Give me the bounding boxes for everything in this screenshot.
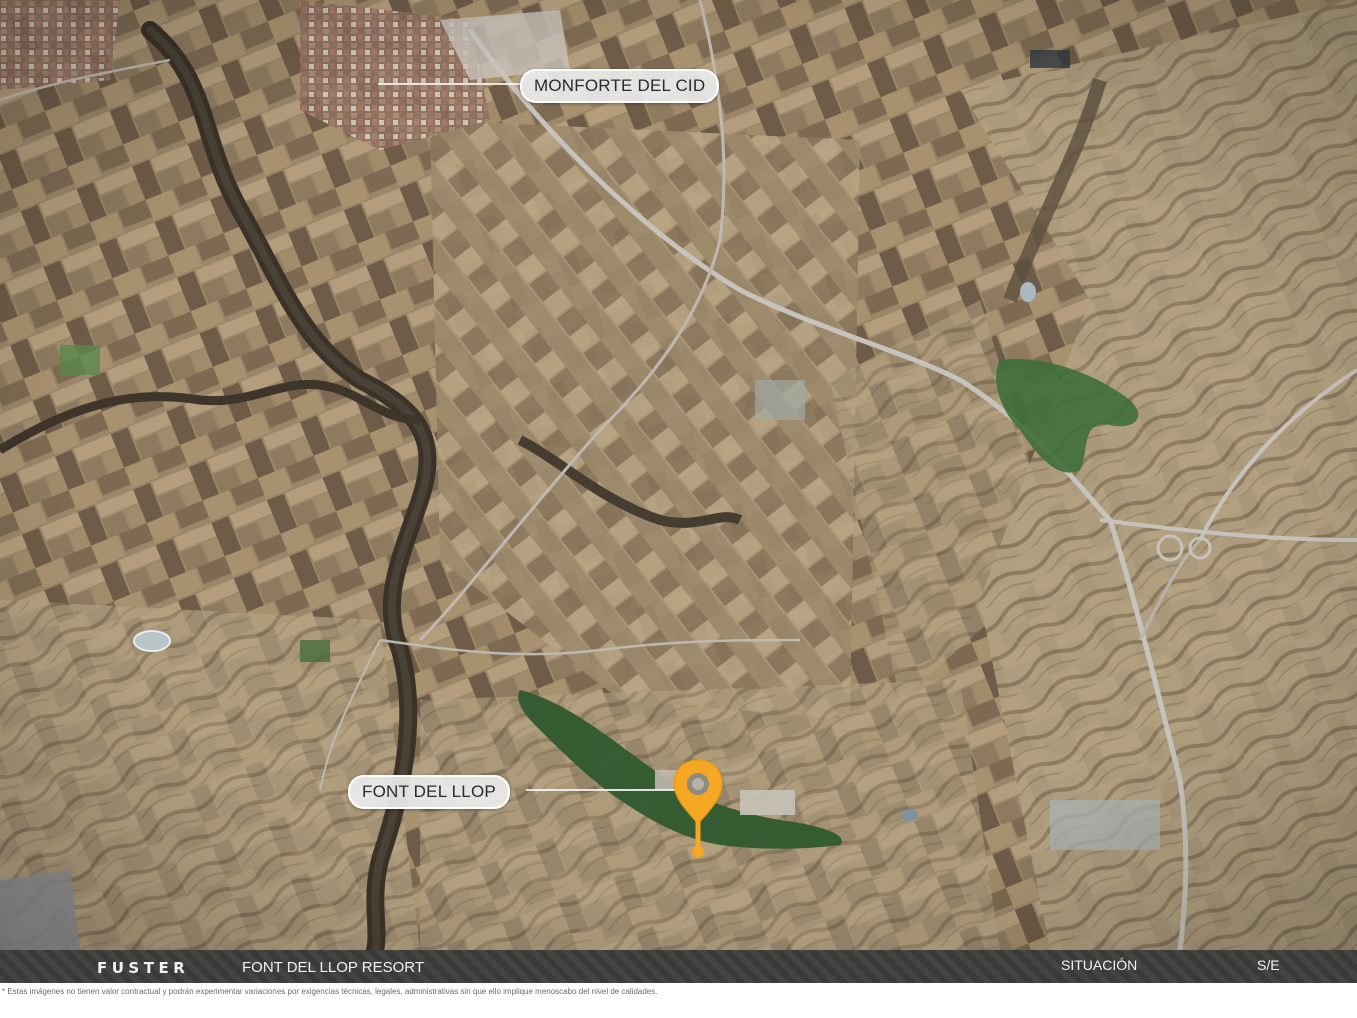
monforte-leader-line <box>378 83 522 85</box>
location-pin-icon[interactable] <box>672 758 724 862</box>
page: MONFORTE DEL CID FONT DEL LLOP FUSTER FO… <box>0 0 1357 1018</box>
footer-bar: FUSTER FONT DEL LLOP RESORT SITUACIÓN S/… <box>0 950 1357 983</box>
brand-logo: FUSTER <box>97 959 190 977</box>
font-del-llop-leader-line <box>526 789 676 791</box>
disclaimer-text: * Estas imágenes no tienen valor contrac… <box>2 987 658 996</box>
project-title: FONT DEL LLOP RESORT <box>242 959 424 976</box>
map-label-font-del-llop[interactable]: FONT DEL LLOP <box>348 775 510 809</box>
scale-label: S/E <box>1257 957 1280 973</box>
map-label-monforte[interactable]: MONFORTE DEL CID <box>520 69 720 103</box>
section-title: SITUACIÓN <box>1061 957 1138 973</box>
